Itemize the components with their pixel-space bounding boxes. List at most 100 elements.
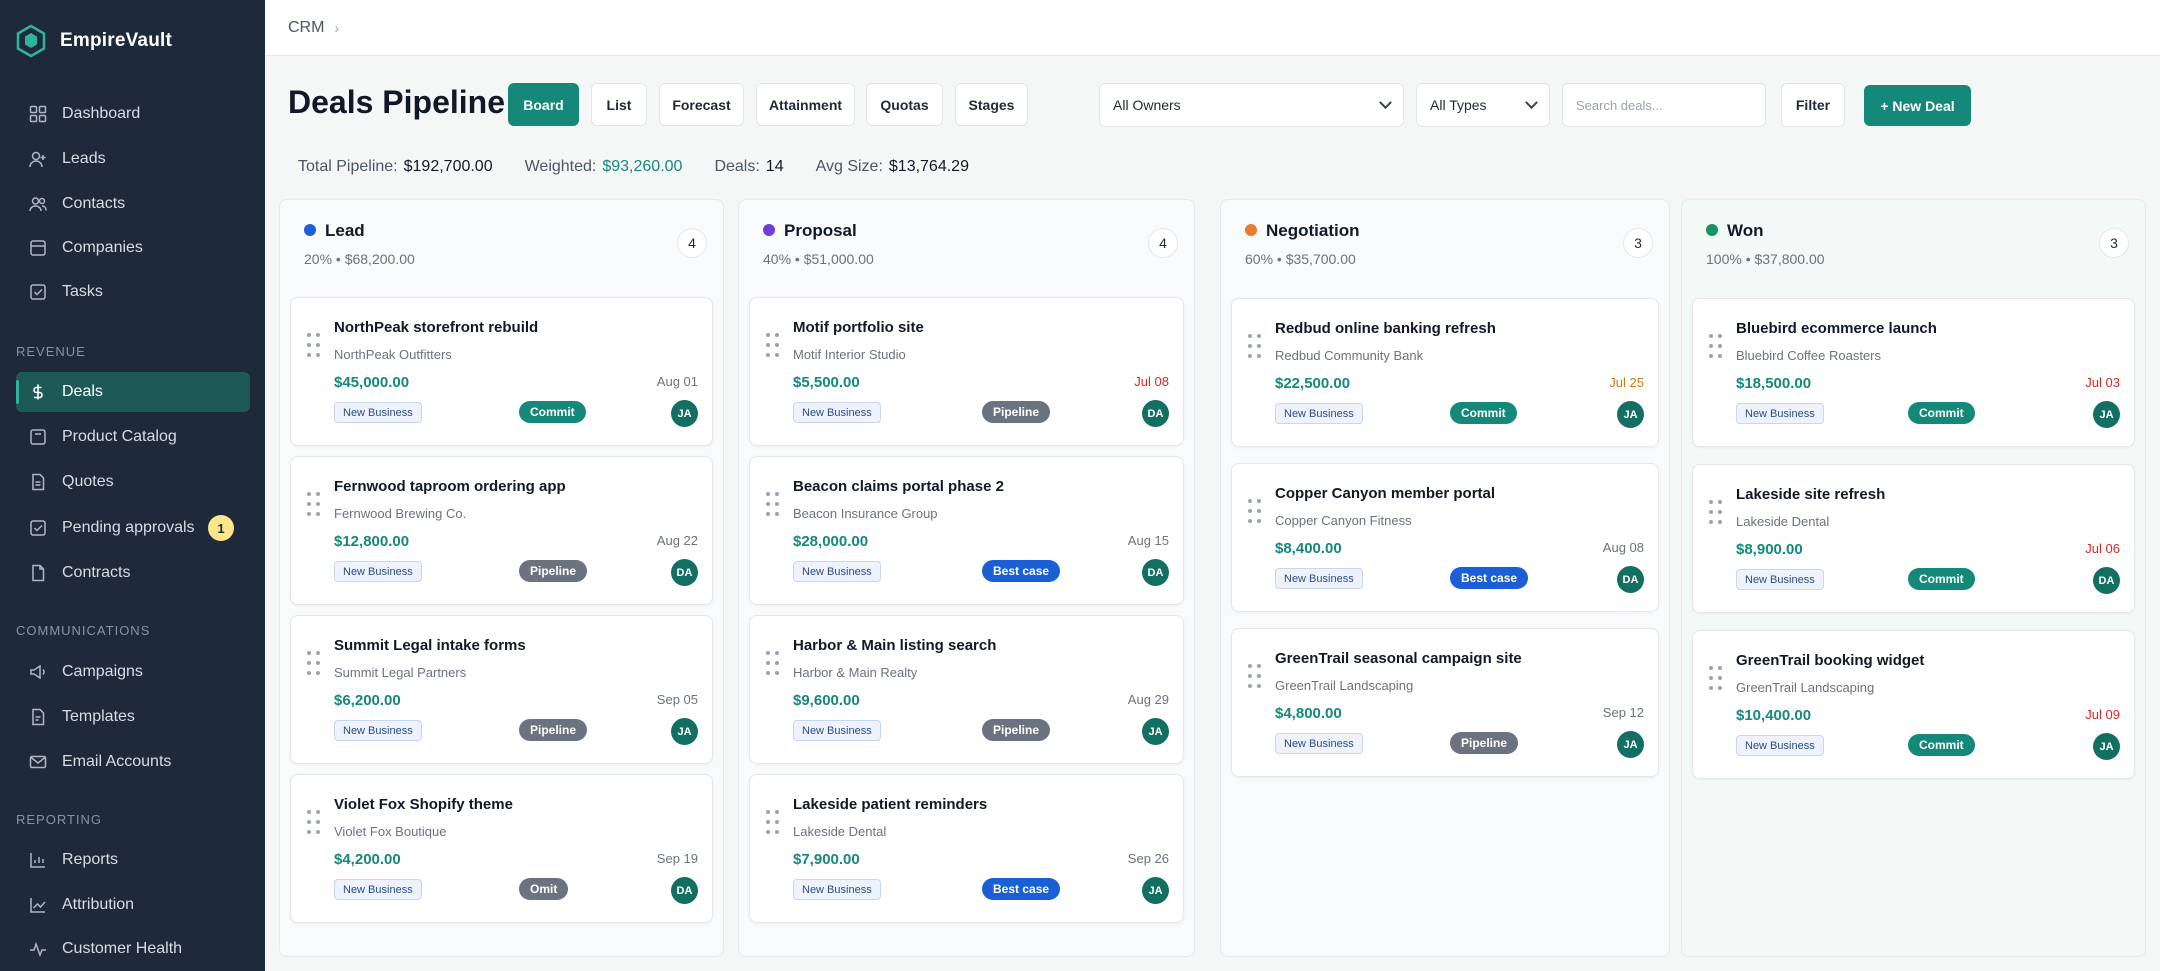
sidebar-item-attribution[interactable]: Attribution — [16, 885, 250, 925]
sidebar-item-customer-health[interactable]: Customer Health — [16, 929, 250, 969]
deal-card[interactable]: Lakeside patient reminders Lakeside Denta… — [749, 774, 1184, 923]
deal-card[interactable]: GreenTrail booking widget GreenTrail Land… — [1692, 630, 2135, 779]
search-input[interactable] — [1562, 83, 1766, 127]
drag-handle-icon[interactable] — [1709, 666, 1723, 692]
deal-card[interactable]: Fernwood taproom ordering app Fernwood Br… — [290, 456, 713, 605]
column-header: Won 100% • $37,800.00 3 — [1682, 200, 2145, 292]
drag-handle-icon[interactable] — [307, 651, 321, 677]
sidebar-item-label: Leads — [62, 150, 106, 167]
column-meta: 100% • $37,800.00 — [1706, 251, 1825, 267]
forecast-badge: Pipeline — [519, 560, 588, 582]
drag-handle-icon[interactable] — [1248, 664, 1262, 690]
forecast-badge: Commit — [1908, 402, 1975, 424]
sidebar-item-campaigns[interactable]: Campaigns — [16, 652, 250, 692]
sidebar-item-tasks[interactable]: Tasks — [16, 272, 250, 312]
drag-handle-icon[interactable] — [1709, 334, 1723, 360]
deal-company: Harbor & Main Realty — [793, 665, 918, 680]
sidebar-item-pending-approvals[interactable]: Pending approvals 1 — [16, 508, 250, 548]
stat-value: 14 — [765, 158, 784, 175]
user-plus-icon — [28, 149, 48, 169]
forecast-badge: Omit — [519, 878, 569, 900]
deal-card[interactable]: Beacon claims portal phase 2 Beacon Insur… — [749, 456, 1184, 605]
sidebar-item-companies[interactable]: Companies — [16, 228, 250, 268]
deal-close-date: Aug 01 — [656, 374, 698, 389]
drag-handle-icon[interactable] — [307, 333, 321, 359]
column-negotiation: Negotiation 60% • $35,700.00 3 Redbud on… — [1220, 199, 1670, 957]
filter-button[interactable]: Filter — [1781, 83, 1845, 127]
deal-title: Copper Canyon member portal — [1275, 485, 1496, 502]
sidebar-item-templates[interactable]: Templates — [16, 697, 250, 737]
drag-handle-icon[interactable] — [766, 333, 780, 359]
deal-company: GreenTrail Landscaping — [1736, 680, 1875, 695]
deal-card[interactable]: Lakeside site refresh Lakeside Dental $8,9… — [1692, 464, 2135, 613]
tab-stages[interactable]: Stages — [955, 83, 1028, 126]
deal-card[interactable]: Copper Canyon member portal Copper Canyon… — [1231, 463, 1659, 612]
sidebar-item-contacts[interactable]: Contacts — [16, 184, 250, 224]
drag-handle-icon[interactable] — [307, 810, 321, 836]
deal-type-tag: New Business — [1275, 403, 1363, 424]
owner-avatar: DA — [1617, 566, 1644, 593]
chevron-down-icon — [1525, 95, 1538, 109]
sidebar-item-label: Deals — [62, 383, 103, 400]
brand[interactable]: EmpireVault — [0, 0, 265, 82]
deal-title: Lakeside site refresh — [1736, 486, 1886, 503]
deal-company: Copper Canyon Fitness — [1275, 513, 1412, 528]
page-title: Deals Pipeline — [288, 84, 505, 120]
sidebar-item-leads[interactable]: Leads — [16, 139, 250, 179]
deal-card[interactable]: NorthPeak storefront rebuild NorthPeak Ou… — [290, 297, 713, 446]
column-title: Lead — [325, 221, 365, 240]
deal-card[interactable]: Redbud online banking refresh Redbud Comm… — [1231, 298, 1659, 447]
sidebar-item-product-catalog[interactable]: Product Catalog — [16, 417, 250, 457]
sidebar-item-dashboard[interactable]: Dashboard — [16, 94, 250, 134]
sidebar-item-quotes[interactable]: Quotes — [16, 462, 250, 502]
deal-card[interactable]: Harbor & Main listing search Harbor & Mai… — [749, 615, 1184, 764]
deal-amount: $5,500.00 — [793, 374, 860, 391]
deal-company: Redbud Community Bank — [1275, 348, 1424, 363]
drag-handle-icon[interactable] — [1709, 500, 1723, 526]
type-select[interactable]: All Types — [1416, 83, 1550, 127]
stat-label: Total Pipeline: — [298, 158, 398, 175]
tab-board[interactable]: Board — [508, 83, 579, 126]
deal-company: Lakeside Dental — [1736, 514, 1830, 529]
breadcrumb-crm[interactable]: CRM — [288, 19, 324, 37]
drag-handle-icon[interactable] — [766, 651, 780, 677]
sidebar-item-deals[interactable]: Deals — [16, 372, 250, 412]
column-won: Won 100% • $37,800.00 3 Bluebird ecommer… — [1681, 199, 2146, 957]
stat-value: $93,260.00 — [602, 158, 683, 175]
deal-title: Beacon claims portal phase 2 — [793, 478, 1004, 495]
sidebar: EmpireVault Dashboard Leads Contacts Com… — [0, 0, 265, 971]
deal-close-date: Aug 15 — [1127, 533, 1169, 548]
drag-handle-icon[interactable] — [1248, 499, 1262, 525]
drag-handle-icon[interactable] — [307, 492, 321, 518]
deal-card[interactable]: GreenTrail seasonal campaign site GreenTr… — [1231, 628, 1659, 777]
dollar-icon — [28, 382, 48, 402]
owner-select[interactable]: All Owners — [1099, 83, 1404, 127]
sidebar-item-contracts[interactable]: Contracts — [16, 553, 250, 593]
tab-list[interactable]: List — [591, 83, 647, 126]
deal-close-date: Jul 25 — [1609, 375, 1644, 390]
check-square-icon — [28, 282, 48, 302]
owner-avatar: JA — [671, 400, 698, 427]
sidebar-item-label: Tasks — [62, 283, 103, 300]
new-deal-button[interactable]: + New Deal — [1864, 85, 1971, 126]
sidebar-item-reports[interactable]: Reports — [16, 840, 250, 880]
deal-card[interactable]: Violet Fox Shopify theme Violet Fox Bouti… — [290, 774, 713, 923]
tab-forecast[interactable]: Forecast — [659, 83, 744, 126]
column-title: Won — [1727, 221, 1764, 240]
deal-card[interactable]: Bluebird ecommerce launch Bluebird Coffee… — [1692, 298, 2135, 447]
tab-attainment[interactable]: Attainment — [756, 83, 855, 126]
deal-title: GreenTrail booking widget — [1736, 652, 1925, 669]
deal-card[interactable]: Motif portfolio site Motif Interior Studi… — [749, 297, 1184, 446]
sidebar-item-email-accounts[interactable]: Email Accounts — [16, 742, 250, 782]
deal-amount: $45,000.00 — [334, 374, 410, 391]
sidebar-item-label: Customer Health — [62, 940, 183, 957]
deal-title: Bluebird ecommerce launch — [1736, 320, 1937, 337]
drag-handle-icon[interactable] — [1248, 334, 1262, 360]
deal-card[interactable]: Summit Legal intake forms Summit Legal Pa… — [290, 615, 713, 764]
deal-amount: $9,600.00 — [793, 692, 860, 709]
forecast-badge: Commit — [519, 401, 586, 423]
deal-title: Lakeside patient reminders — [793, 796, 988, 813]
tab-quotas[interactable]: Quotas — [866, 83, 943, 126]
drag-handle-icon[interactable] — [766, 492, 780, 518]
drag-handle-icon[interactable] — [766, 810, 780, 836]
